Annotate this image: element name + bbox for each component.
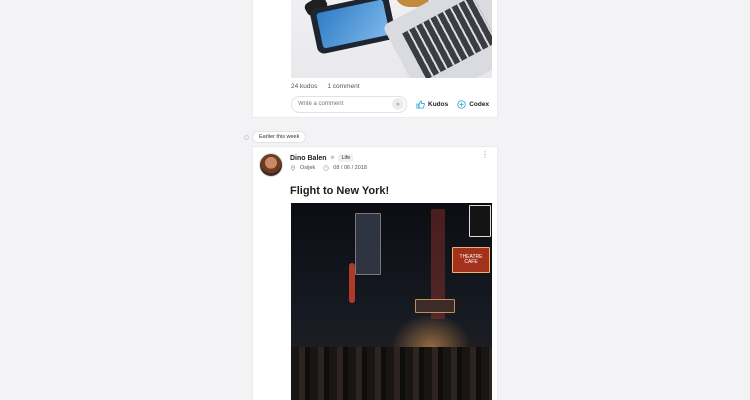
shop-awning — [415, 299, 455, 313]
post-image-street[interactable]: THEATRE CAFE — [291, 203, 492, 400]
clock-icon — [323, 165, 329, 171]
comment-count[interactable]: 1 comment — [327, 83, 359, 90]
map-pin-icon — [290, 165, 296, 171]
post-actions: ➤ Kudos Codex — [291, 95, 496, 113]
comment-box: ➤ — [291, 95, 407, 113]
author-row: Dino Balen in Life — [290, 154, 354, 162]
kudos-label: Kudos — [428, 100, 449, 108]
kudos-count[interactable]: 24 kudos — [291, 83, 317, 90]
sign-left — [355, 213, 381, 275]
post-image-workspace[interactable] — [291, 0, 492, 78]
send-icon[interactable]: ➤ — [392, 98, 404, 110]
in-label: in — [330, 155, 335, 161]
plus-circle-icon — [457, 99, 466, 109]
location-text: Osijek — [300, 165, 316, 171]
sign-top-right — [469, 205, 491, 237]
category-badge[interactable]: Life — [338, 154, 354, 162]
comment-input[interactable] — [298, 101, 392, 107]
post-meta: Osijek 08 / 06 / 2018 — [290, 165, 367, 171]
date-text: 08 / 06 / 2018 — [333, 165, 367, 171]
vertical-dots-icon[interactable]: ⋮ — [481, 151, 489, 159]
post-title: Flight to New York! — [290, 185, 390, 197]
theatre-cafe-sign: THEATRE CAFE — [452, 247, 490, 273]
timeline-dot — [244, 135, 249, 140]
lantern-stack — [349, 263, 355, 303]
post-card: Dino Balen in Life Osijek 08 / 06 / 2018… — [252, 146, 498, 400]
thumbs-up-icon — [416, 100, 425, 109]
post-card-top: 24 kudos 1 comment ➤ Kudos Codex — [252, 0, 498, 118]
codex-label: Codex — [469, 100, 490, 108]
avatar[interactable] — [259, 153, 283, 177]
crowd-silhouette — [291, 347, 492, 400]
laptop-graphic — [382, 0, 492, 78]
author-name[interactable]: Dino Balen — [290, 155, 327, 162]
kudos-button[interactable]: Kudos — [416, 100, 448, 109]
timeline-label: Earlier this week — [252, 131, 307, 143]
post-stats: 24 kudos 1 comment — [291, 83, 360, 90]
codex-button[interactable]: Codex — [457, 99, 490, 109]
